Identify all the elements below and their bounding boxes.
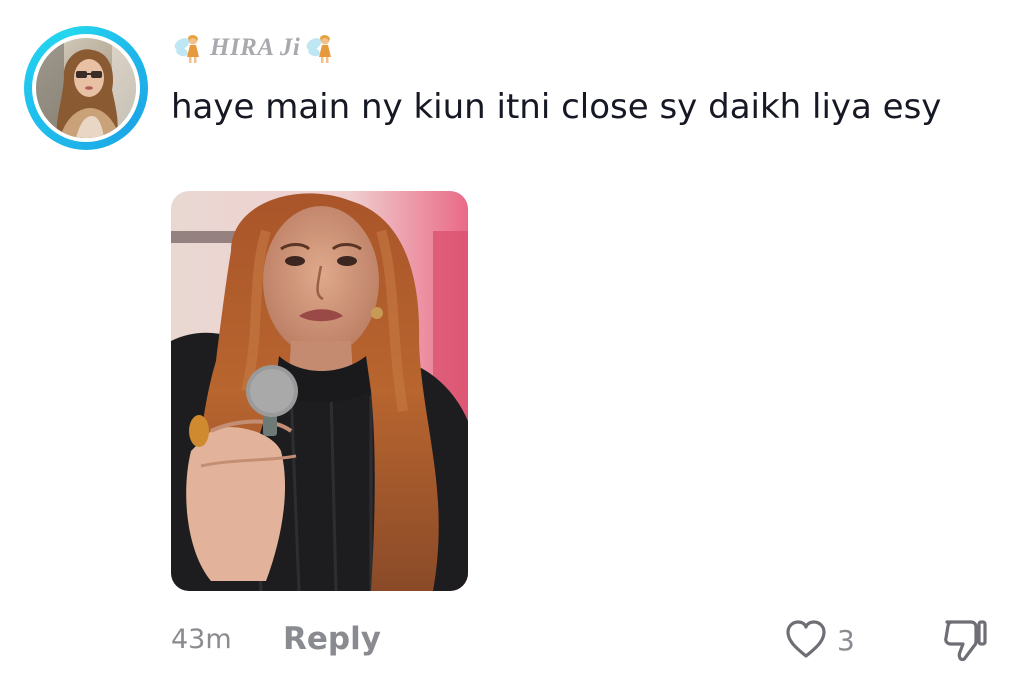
fairy-emoji-icon	[174, 35, 199, 63]
like-count: 3	[837, 623, 855, 657]
thumbs-down-icon[interactable]	[939, 614, 989, 664]
comment-footer: 43m Reply 3	[171, 612, 1001, 668]
avatar-photo	[36, 38, 136, 138]
timestamp: 43m	[171, 624, 232, 655]
comment-media-image[interactable]	[171, 191, 468, 591]
heart-outline-icon	[786, 620, 826, 658]
fairy-emoji-icon	[306, 35, 332, 63]
comment-item: HIRA Ji haye main ny kiun itni close sy …	[0, 0, 1024, 695]
avatar-ring-gap	[32, 34, 140, 142]
like-button[interactable]: 3	[783, 616, 855, 664]
username-row[interactable]: HIRA Ji	[172, 30, 338, 66]
comment-text: haye main ny kiun itni close sy daikh li…	[171, 87, 942, 127]
reply-button[interactable]: Reply	[283, 621, 381, 657]
avatar[interactable]	[24, 26, 148, 150]
username[interactable]: HIRA Ji	[210, 34, 300, 62]
